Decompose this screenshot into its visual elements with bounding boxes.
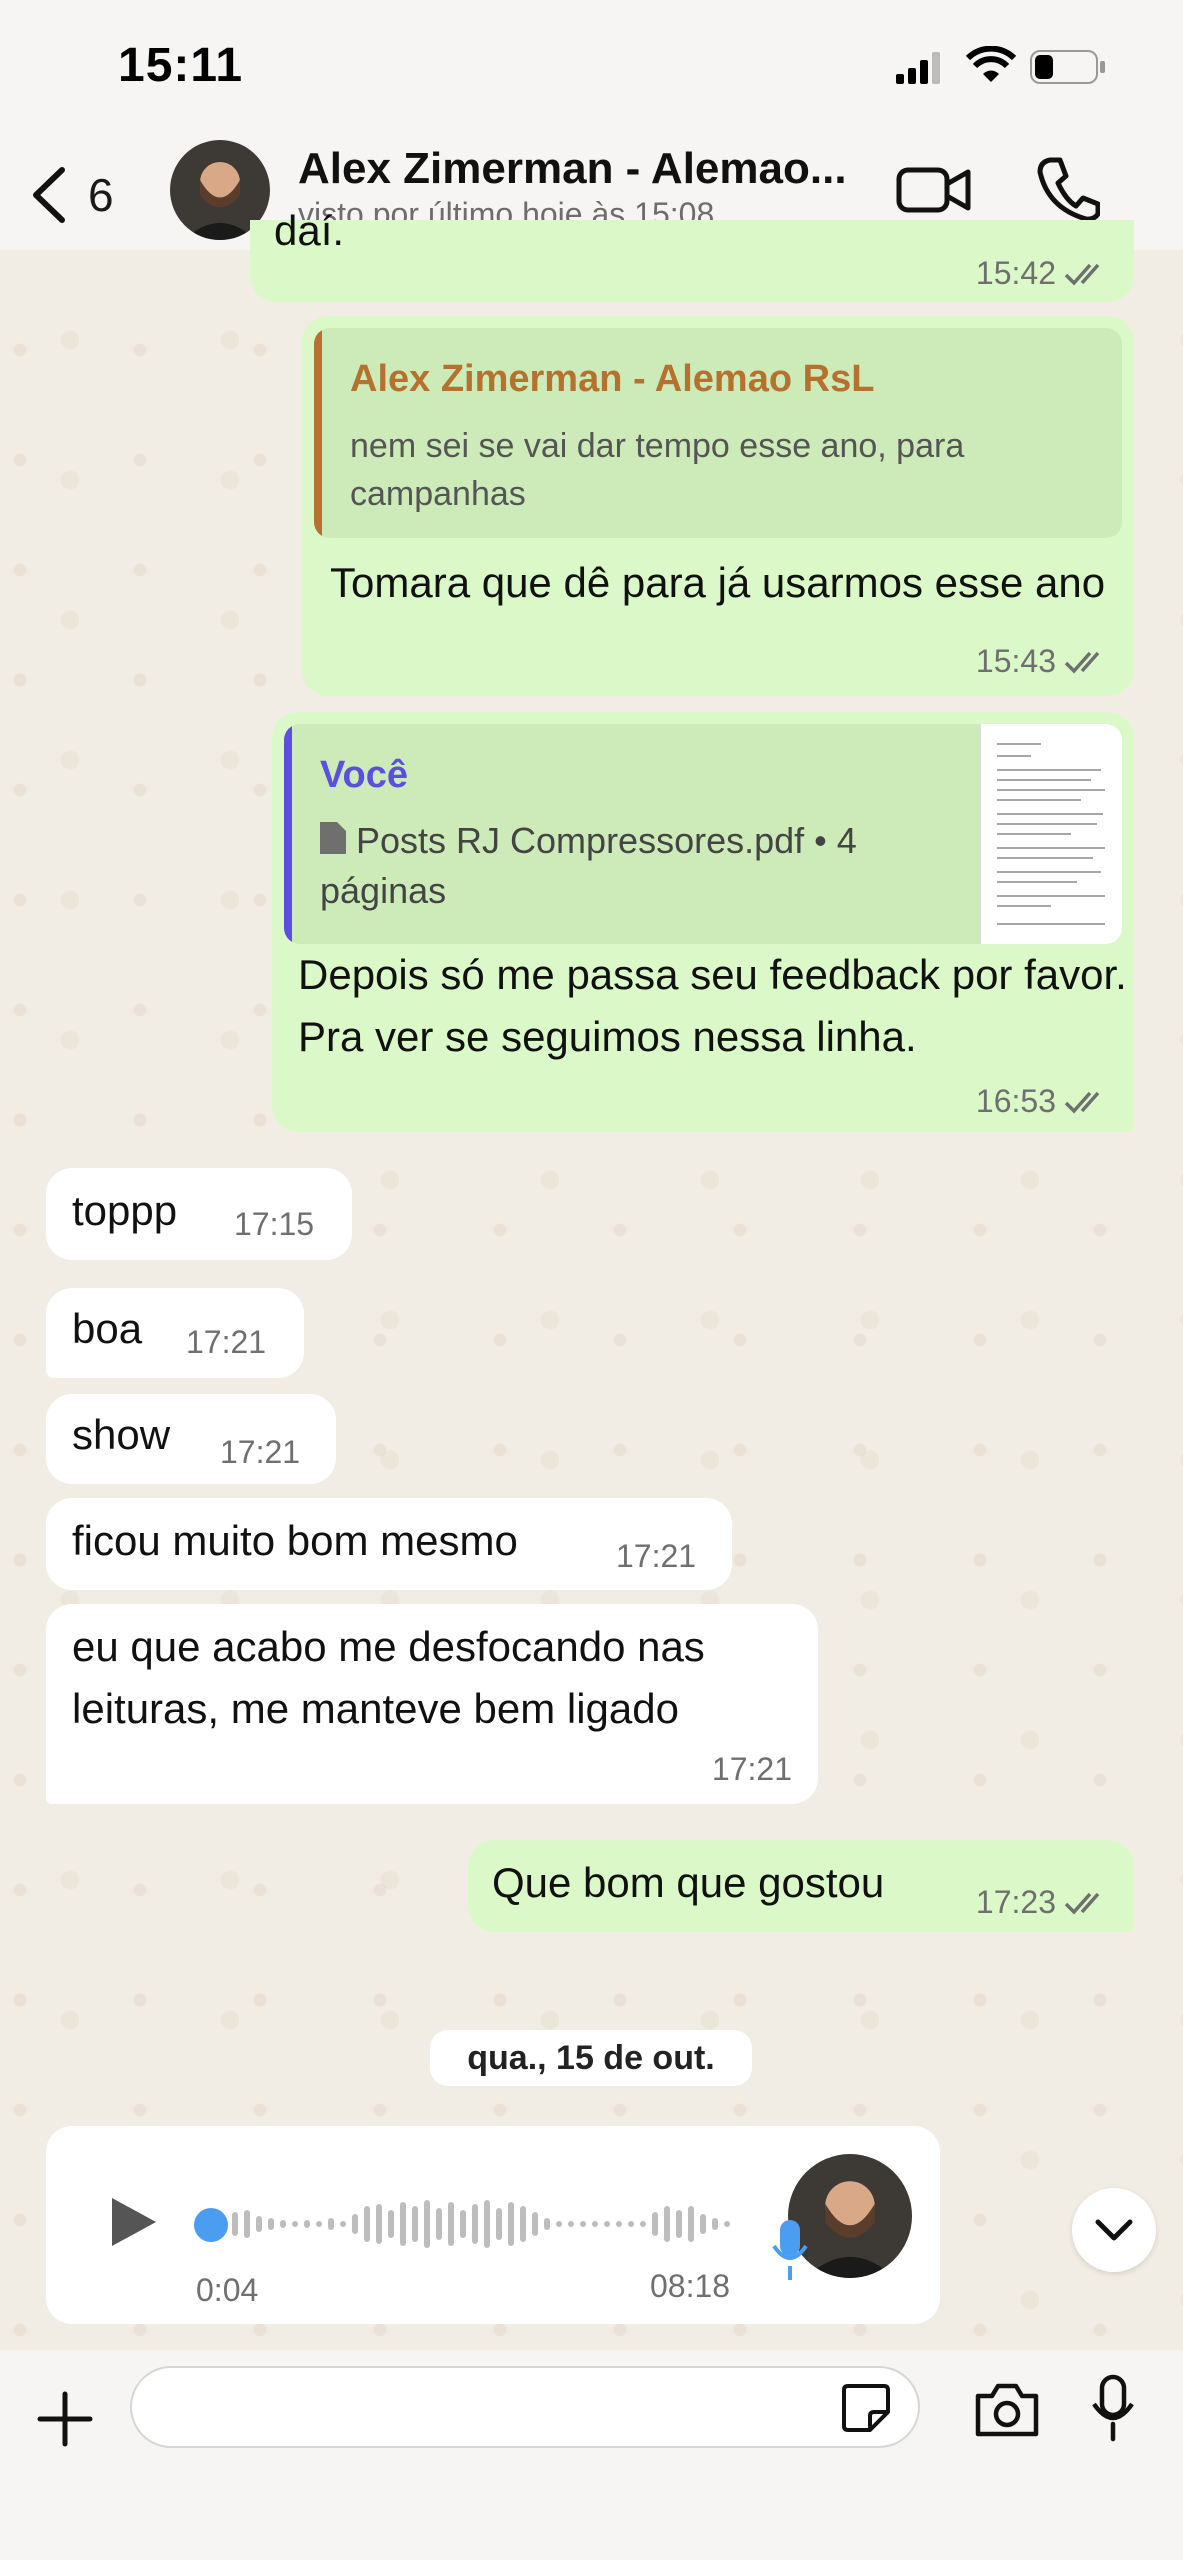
message-text: show [72,1411,171,1458]
message-bubble-outgoing[interactable]: Alex Zimerman - Alemao RsL nem sei se va… [302,316,1134,696]
chevron-down-icon [1095,2219,1133,2241]
date-separator: qua., 15 de out. [430,2030,752,2086]
message-meta: 17:23 [976,1884,1112,1921]
message-composer [0,2350,1183,2560]
quote-file-name: Posts RJ Compressores.pdf • 4 páginas [320,820,857,911]
voice-message-bubble[interactable]: 0:04 08:18 [46,2126,940,2324]
pdf-thumbnail [980,724,1122,944]
message-text: eu que acabo me desfocando nas leituras,… [72,1623,705,1732]
read-receipt-icon [1064,651,1100,674]
pdf-preview-lines [997,743,1105,925]
message-bubble-outgoing[interactable]: Você Posts RJ Compressores.pdf • 4 págin… [272,712,1134,1132]
message-text: toppp [72,1187,178,1234]
camera-icon[interactable] [974,2382,1040,2438]
playback-position-dot[interactable] [194,2208,228,2242]
message-time: 17:21 [616,1538,697,1574]
message-text: ficou muito bom mesmo [72,1517,518,1564]
message-time: 17:21 [711,1751,792,1787]
voice-elapsed-time: 0:04 [196,2272,259,2308]
message-time: 15:42 [975,255,1056,291]
cellular-signal-icon [896,52,940,84]
battery-icon [1030,50,1105,84]
message-meta: 15:43 [976,643,1112,680]
message-time: 17:21 [220,1434,301,1470]
message-time: 16:53 [975,1083,1056,1119]
quote-text: nem sei se vai dar tempo esse ano, para … [350,427,965,513]
message-time: 17:21 [186,1324,267,1360]
message-bubble-outgoing[interactable]: daí. 15:42 [250,207,1134,302]
message-text: daí. [274,207,345,254]
microphone-icon[interactable] [1090,2374,1136,2442]
quote-accent-bar [314,328,322,538]
sticker-icon[interactable] [840,2382,892,2434]
audio-waveform[interactable] [192,2196,782,2252]
message-bubble-incoming[interactable]: toppp 17:15 [46,1168,352,1260]
voice-duration: 08:18 [650,2268,731,2304]
message-text: Depois só me passa seu feedback por favo… [298,951,1127,1060]
wifi-icon [966,46,1016,82]
quote-accent-bar [284,724,292,944]
quoted-message[interactable]: Alex Zimerman - Alemao RsL nem sei se va… [314,328,1122,538]
message-time: 15:43 [975,643,1056,679]
message-text: boa [72,1305,143,1352]
read-receipt-icon [1064,263,1100,286]
video-call-icon[interactable] [896,160,972,220]
message-meta: 16:53 [976,1083,1112,1120]
contact-name[interactable]: Alex Zimerman - Alemao... [298,144,858,194]
message-bubble-incoming[interactable]: ficou muito bom mesmo 17:21 [46,1498,732,1590]
microphone-badge-icon [772,2220,808,2280]
message-meta: 15:42 [976,255,1112,292]
message-text: Tomara que dê para já usarmos esse ano [330,559,1106,606]
plus-icon[interactable] [36,2390,94,2448]
message-text: Que bom que gostou [492,1859,885,1906]
scroll-to-bottom-button[interactable] [1072,2188,1156,2272]
message-bubble-outgoing[interactable]: Que bom que gostou 17:23 [468,1840,1134,1932]
back-button[interactable]: 6 [30,160,114,230]
unread-count: 6 [88,169,114,221]
phone-call-icon[interactable] [1036,156,1100,222]
quote-author: Você [320,754,409,796]
status-time: 15:11 [118,39,244,92]
read-receipt-icon [1064,1091,1100,1114]
read-receipt-icon [1064,1892,1100,1915]
message-bubble-incoming[interactable]: boa 17:21 [46,1288,304,1378]
message-time: 17:23 [975,1884,1056,1920]
message-input[interactable] [130,2366,920,2448]
chevron-left-icon [33,167,65,223]
quoted-file[interactable]: Você Posts RJ Compressores.pdf • 4 págin… [284,724,1122,944]
message-bubble-incoming[interactable]: show 17:21 [46,1394,336,1484]
status-bar: 15:11 [0,0,1183,140]
play-icon[interactable] [108,2194,160,2250]
quote-author: Alex Zimerman - Alemao RsL [350,358,875,400]
message-bubble-incoming[interactable]: eu que acabo me desfocando nas leituras,… [46,1604,818,1804]
message-time: 17:15 [234,1206,315,1242]
